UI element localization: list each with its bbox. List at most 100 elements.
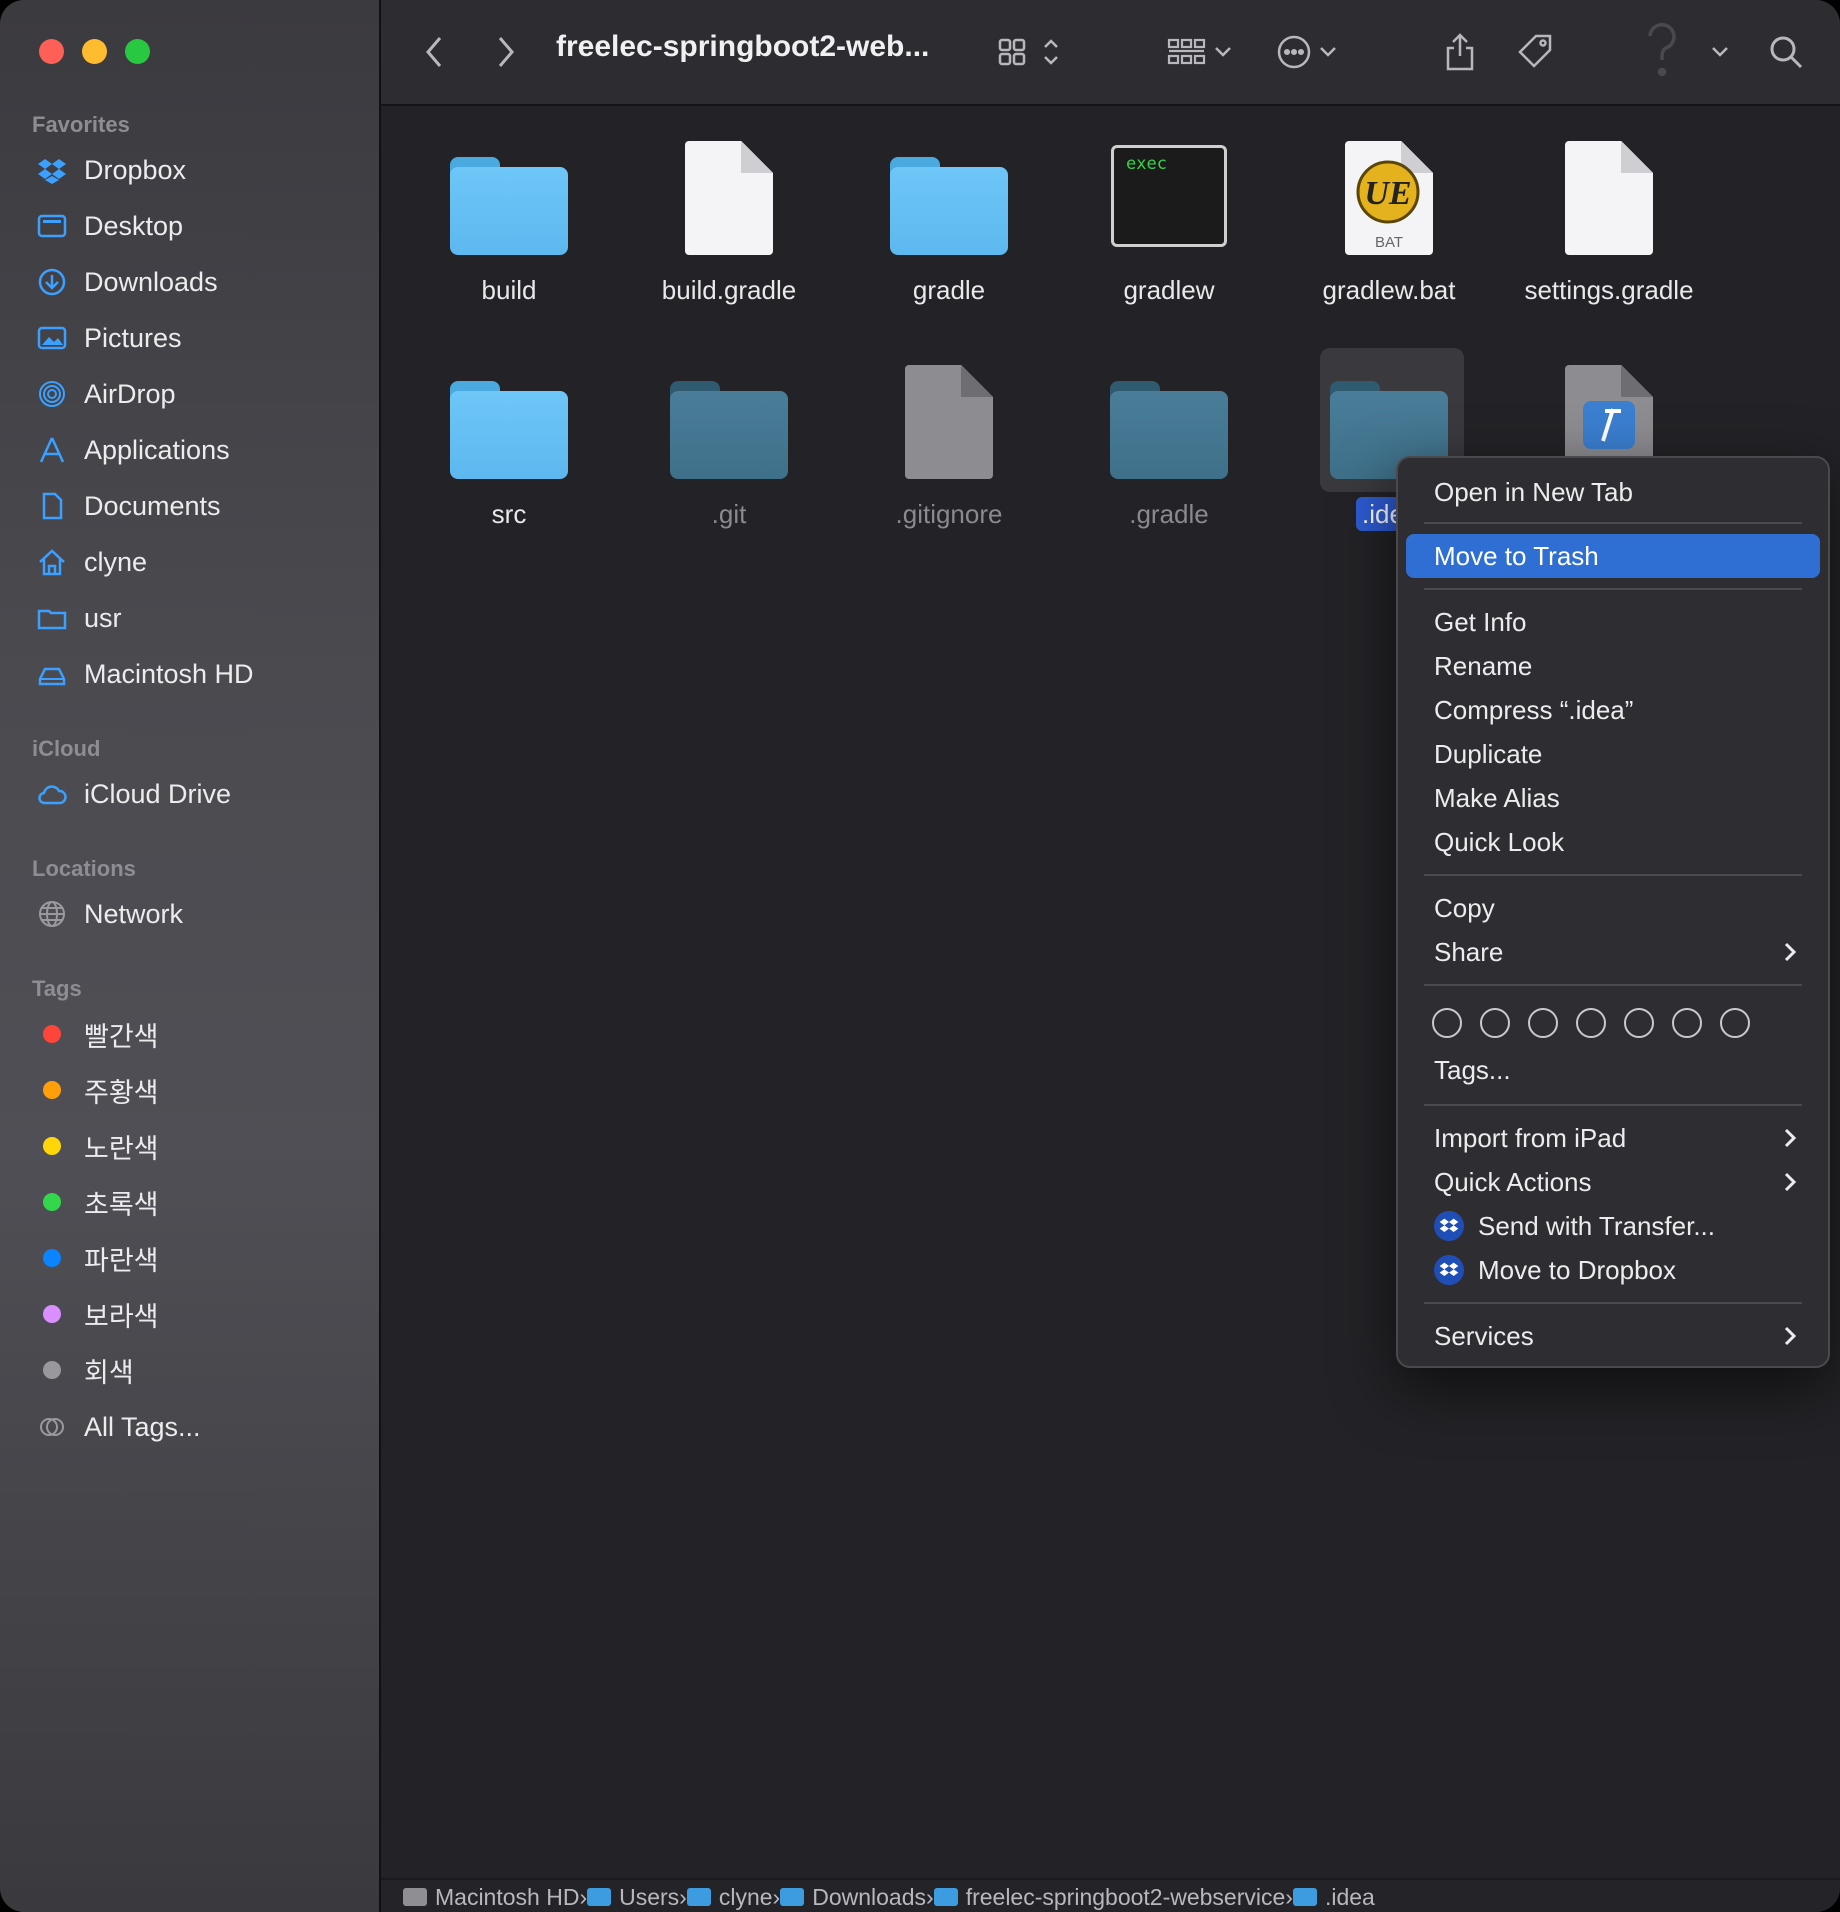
tag-color-option[interactable] [1576, 1008, 1606, 1038]
menu-item-quick-look[interactable]: Quick Look [1406, 820, 1820, 864]
disk-icon [36, 658, 68, 690]
sidebar-item-usr[interactable]: usr [36, 596, 122, 640]
sidebar-tag-blue[interactable]: 파란색 [36, 1236, 159, 1280]
menu-item-compress[interactable]: Compress “.idea” [1406, 688, 1820, 732]
tag-color-option[interactable] [1672, 1008, 1702, 1038]
tag-dot-icon [43, 1137, 61, 1155]
menu-item-label: Compress “.idea” [1434, 694, 1634, 725]
menu-item-quick-actions[interactable]: Quick Actions [1406, 1160, 1820, 1204]
close-button[interactable] [39, 39, 64, 64]
sidebar-item-downloads[interactable]: Downloads [36, 260, 218, 304]
sidebar-tag-red[interactable]: 빨간색 [36, 1012, 159, 1056]
menu-item-label: Make Alias [1434, 782, 1560, 813]
tag-dot-icon [43, 1249, 61, 1267]
disk-icon [403, 1888, 427, 1906]
minimize-button[interactable] [82, 39, 107, 64]
menu-item-import-from-ipad[interactable]: Import from iPad [1406, 1116, 1820, 1160]
menu-item-label: Move to Dropbox [1478, 1254, 1676, 1285]
file-label: .gradle [1129, 499, 1209, 529]
path-segment-label: Downloads [812, 1883, 927, 1910]
sidebar-all-tags[interactable]: All Tags... [36, 1405, 201, 1449]
sidebar-item-clyne[interactable]: clyne [36, 540, 147, 584]
path-segment[interactable]: freelec-springboot2-webservice [933, 1883, 1286, 1911]
action-button[interactable] [1272, 26, 1342, 78]
help-button[interactable] [1640, 18, 1684, 82]
file-item-git[interactable]: .git [629, 354, 829, 530]
path-segment[interactable]: Users [587, 1884, 679, 1911]
sidebar-tag-orange[interactable]: 주황색 [36, 1068, 159, 1112]
window-controls [39, 39, 150, 64]
applications-icon [36, 434, 68, 466]
sidebar-item-network[interactable]: Network [36, 892, 183, 936]
menu-item-get-info[interactable]: Get Info [1406, 600, 1820, 644]
file-item-dot-gradle[interactable]: .gradle [1069, 354, 1269, 530]
sidebar-item-pictures[interactable]: Pictures [36, 316, 182, 360]
sidebar-item-macintosh-hd[interactable]: Macintosh HD [36, 652, 254, 696]
path-segment[interactable]: clyne [686, 1884, 773, 1911]
path-segment[interactable]: .idea [1292, 1884, 1375, 1911]
menu-item-copy[interactable]: Copy [1406, 886, 1820, 930]
tag-dot-icon [43, 1025, 61, 1043]
tag-color-option[interactable] [1480, 1008, 1510, 1038]
tag-color-option[interactable] [1528, 1008, 1558, 1038]
sidebar-tag-purple[interactable]: 보라색 [36, 1292, 159, 1336]
menu-item-label: Rename [1434, 650, 1533, 681]
menu-separator [1424, 1302, 1802, 1304]
file-item-gradle[interactable]: gradle [849, 130, 1049, 306]
file-item-gradlew[interactable]: exec gradlew [1069, 130, 1269, 306]
sidebar-item-applications[interactable]: Applications [36, 428, 230, 472]
file-label: gradlew.bat [1322, 275, 1456, 305]
file-item-src[interactable]: src [409, 354, 609, 530]
menu-item-make-alias[interactable]: Make Alias [1406, 776, 1820, 820]
file-item-build-gradle[interactable]: build.gradle [629, 130, 829, 306]
forward-button[interactable] [484, 26, 528, 78]
folder-icon [686, 1888, 711, 1906]
menu-item-tags[interactable]: Tags... [1406, 1048, 1820, 1092]
menu-item-move-to-trash[interactable]: Move to Trash [1406, 534, 1820, 578]
path-chevron-icon: › [926, 1883, 934, 1910]
toolbar-overflow-button[interactable] [1706, 26, 1734, 78]
tag-color-option[interactable] [1720, 1008, 1750, 1038]
file-item-build[interactable]: build [409, 130, 609, 306]
group-button[interactable] [1164, 26, 1236, 78]
file-label: gradlew [1123, 275, 1215, 305]
folder-icon [890, 157, 1008, 255]
path-segment-label: freelec-springboot2-webservice [965, 1883, 1286, 1910]
menu-item-services[interactable]: Services [1406, 1314, 1820, 1358]
sidebar-item-dropbox[interactable]: Dropbox [36, 148, 186, 192]
context-menu: Open in New Tab Move to Trash Get Info R… [1396, 456, 1830, 1368]
terminal-exec-icon: exec [1111, 145, 1227, 247]
path-segment-label: Users [619, 1883, 680, 1910]
menu-item-send-with-transfer[interactable]: Send with Transfer... [1406, 1204, 1820, 1248]
path-segment[interactable]: Downloads [780, 1884, 926, 1911]
chevron-left-icon [426, 37, 442, 67]
menu-item-duplicate[interactable]: Duplicate [1406, 732, 1820, 776]
menu-item-open-in-new-tab[interactable]: Open in New Tab [1406, 470, 1820, 514]
document-icon [1565, 141, 1653, 255]
view-mode-button[interactable] [990, 26, 1070, 78]
finder-window: Favorites Dropbox Desktop Downloads Pict… [0, 0, 1840, 1912]
share-button[interactable] [1440, 26, 1480, 78]
zoom-button[interactable] [125, 39, 150, 64]
sidebar-tag-green[interactable]: 초록색 [36, 1180, 159, 1224]
tag-color-option[interactable] [1624, 1008, 1654, 1038]
sidebar-item-icloud-drive[interactable]: iCloud Drive [36, 772, 231, 816]
back-button[interactable] [412, 26, 456, 78]
sidebar-tag-yellow[interactable]: 노란색 [36, 1124, 159, 1168]
folder-icon [450, 157, 568, 255]
tag-button[interactable] [1514, 26, 1558, 78]
file-item-gradlew-bat[interactable]: UE BAT gradlew.bat [1289, 130, 1489, 306]
menu-item-move-to-dropbox[interactable]: Move to Dropbox [1406, 1248, 1820, 1292]
tag-color-option[interactable] [1432, 1008, 1462, 1038]
sidebar-item-airdrop[interactable]: AirDrop [36, 372, 176, 416]
menu-item-share[interactable]: Share [1406, 930, 1820, 974]
sidebar-item-desktop[interactable]: Desktop [36, 204, 183, 248]
menu-item-rename[interactable]: Rename [1406, 644, 1820, 688]
folder-icon [1292, 1888, 1317, 1906]
search-button[interactable] [1766, 26, 1806, 78]
path-segment[interactable]: Macintosh HD [403, 1884, 579, 1911]
sidebar-tag-gray[interactable]: 회색 [36, 1348, 134, 1392]
sidebar-item-documents[interactable]: Documents [36, 484, 221, 528]
file-item-settings-gradle[interactable]: settings.gradle [1509, 130, 1709, 306]
file-item-gitignore[interactable]: .gitignore [849, 354, 1049, 530]
